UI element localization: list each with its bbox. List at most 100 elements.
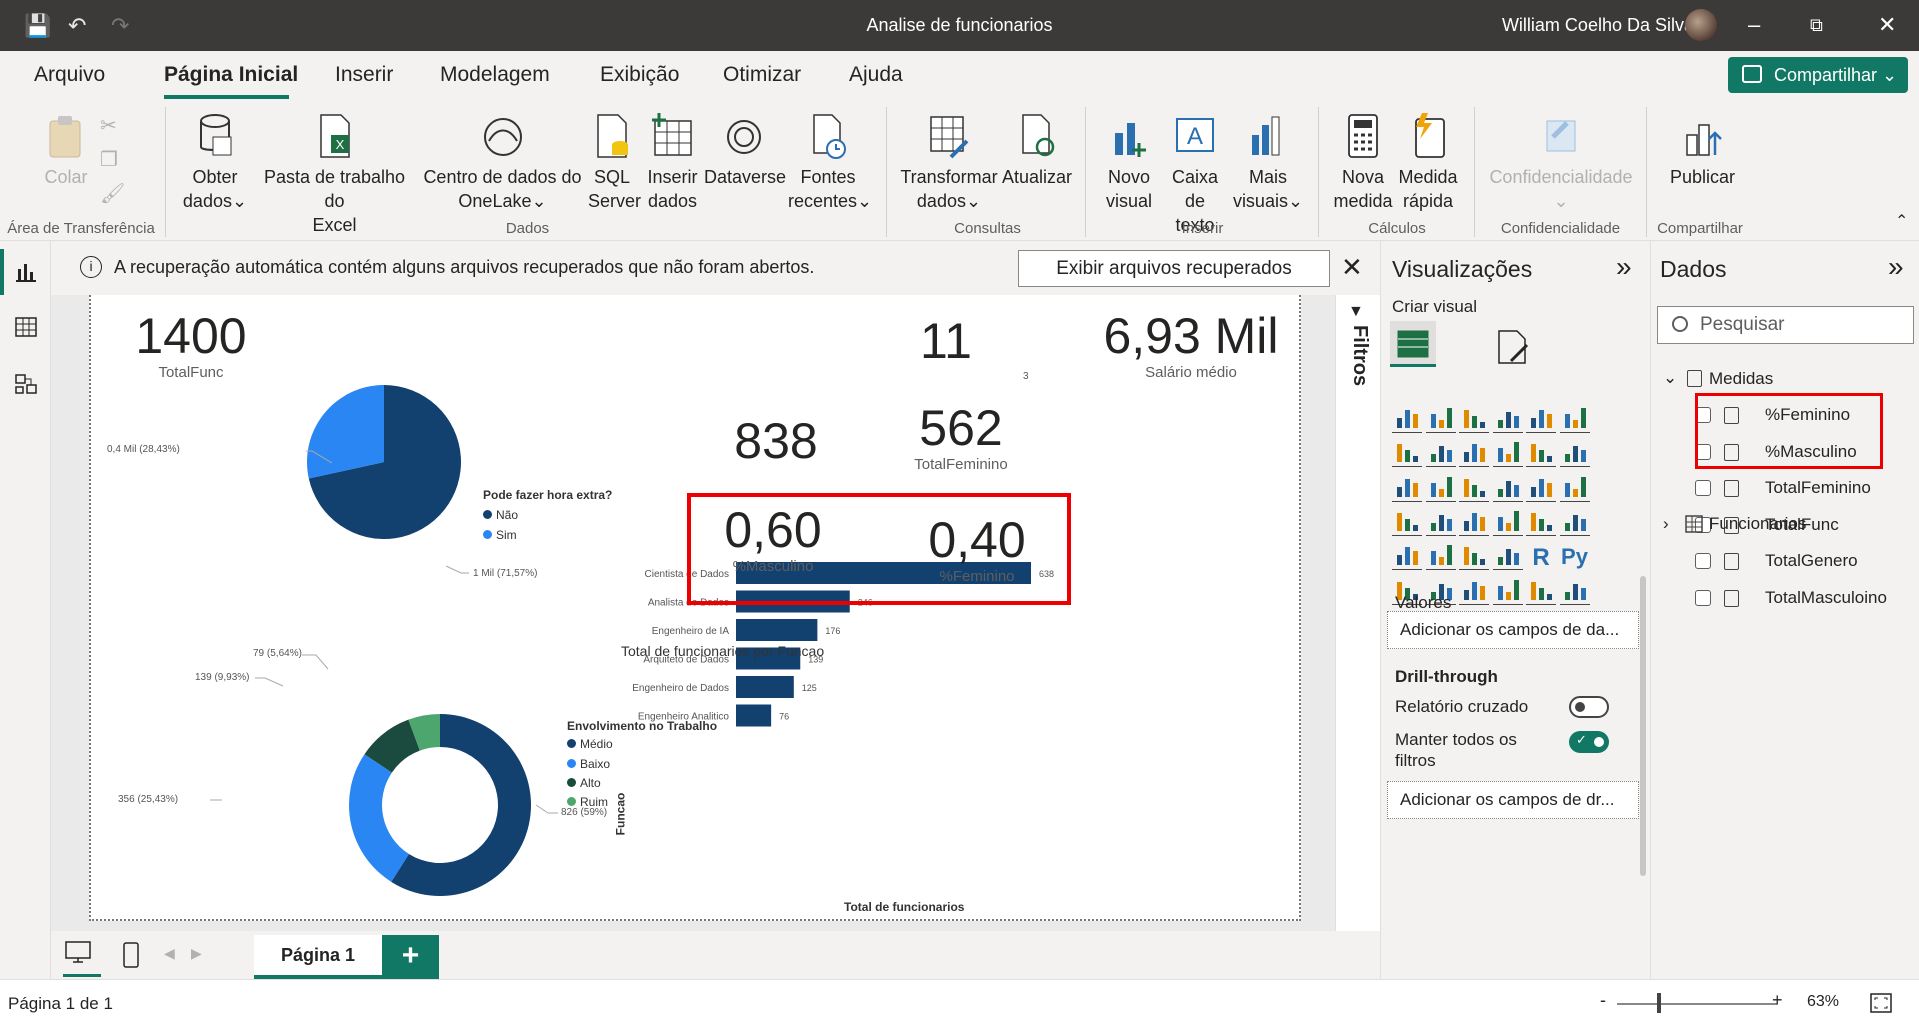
visual-type-icon[interactable] <box>1459 579 1489 605</box>
enter-data-button[interactable]: Inserir dados <box>645 111 700 213</box>
tab-arquivo[interactable]: Arquivo <box>34 63 105 87</box>
visual-type-icon[interactable] <box>1392 407 1422 433</box>
table-medidas[interactable]: Medidas <box>1709 369 1773 389</box>
field-checkbox[interactable] <box>1695 480 1711 496</box>
minimize-icon[interactable]: – <box>1748 12 1760 38</box>
chevron-right-icon[interactable]: › <box>1663 514 1669 534</box>
legend-item[interactable]: Baixo <box>567 757 610 771</box>
field-checkbox[interactable] <box>1695 553 1711 569</box>
recent-sources-button[interactable]: Fontes recentes⌄ <box>788 111 872 213</box>
fit-to-page-icon[interactable] <box>1869 992 1893 1014</box>
legend-item[interactable]: Alto <box>567 776 601 790</box>
kpi-11[interactable]: 11 <box>911 313 981 369</box>
visual-type-icon[interactable] <box>1559 407 1590 433</box>
quick-measure-button[interactable]: Medida rápida <box>1396 111 1460 213</box>
tab-inserir[interactable]: Inserir <box>335 63 393 87</box>
kpi-total-feminino[interactable]: 562 TotalFeminino <box>891 400 1031 473</box>
bar[interactable] <box>736 676 794 698</box>
visual-type-icon[interactable] <box>1459 407 1489 433</box>
report-view-icon[interactable] <box>14 261 38 283</box>
bar[interactable] <box>736 619 818 641</box>
zoom-out-icon[interactable]: - <box>1600 990 1606 1011</box>
legend-item[interactable]: Médio <box>567 737 613 751</box>
visual-type-icon[interactable] <box>1526 476 1556 502</box>
bar[interactable] <box>736 590 850 613</box>
zoom-slider[interactable] <box>1617 1003 1777 1005</box>
visual-type-icon[interactable] <box>1425 544 1456 571</box>
pie-slice[interactable] <box>349 754 409 882</box>
field-item[interactable]: TotalFeminino <box>1765 478 1871 498</box>
visual-type-icon[interactable] <box>1492 407 1523 433</box>
visual-type-icon[interactable] <box>1425 441 1456 468</box>
kpi-total-func[interactable]: 1400 TotalFunc <box>131 308 251 381</box>
transform-data-button[interactable]: Transformar dados⌄ <box>900 111 998 213</box>
engagement-donut-chart[interactable] <box>349 714 531 896</box>
close-icon[interactable]: ✕ <box>1878 12 1896 38</box>
tab-pagina-inicial[interactable]: Página Inicial <box>164 63 298 87</box>
legend-item[interactable]: Sim <box>483 528 517 542</box>
cross-report-toggle[interactable] <box>1569 696 1609 718</box>
visual-type-icon[interactable] <box>1459 441 1489 468</box>
kpi-pct-masculino[interactable]: 0,60 %Masculino <box>713 502 833 575</box>
chevron-down-icon[interactable]: ⌄ <box>1663 368 1677 388</box>
mobile-layout-icon[interactable] <box>121 941 141 969</box>
keep-filters-toggle[interactable]: ✓ <box>1569 731 1609 753</box>
zoom-in-icon[interactable]: + <box>1772 990 1783 1011</box>
onelake-button[interactable]: Centro de dados do OneLake⌄ <box>420 111 585 213</box>
avatar[interactable] <box>1685 9 1717 41</box>
zoom-slider-handle[interactable] <box>1657 993 1661 1013</box>
visual-type-icon[interactable] <box>1559 510 1590 536</box>
user-name[interactable]: William Coelho Da Silva <box>1502 15 1694 36</box>
next-page-icon[interactable]: ▶ <box>191 945 202 962</box>
build-visual-tab[interactable] <box>1390 321 1436 367</box>
format-visual-icon[interactable] <box>1493 327 1533 367</box>
tab-otimizar[interactable]: Otimizar <box>723 63 801 87</box>
visual-type-icon[interactable] <box>1526 441 1556 468</box>
visual-type-icon[interactable] <box>1392 510 1422 536</box>
new-measure-button[interactable]: Nova medida <box>1333 111 1393 213</box>
visual-type-icon[interactable] <box>1526 579 1556 605</box>
visual-type-icon[interactable] <box>1559 579 1590 605</box>
drill-through-field-well[interactable]: Adicionar os campos de dr... <box>1387 781 1639 819</box>
publish-button[interactable]: Publicar <box>1665 111 1740 189</box>
scrollbar[interactable] <box>1640 576 1646 876</box>
more-visuals-button[interactable]: Mais visuais⌄ <box>1232 111 1304 213</box>
desktop-layout-icon[interactable] <box>63 939 101 977</box>
tab-exibicao[interactable]: Exibição <box>600 63 679 87</box>
add-page-button[interactable]: + <box>382 935 439 979</box>
refresh-button[interactable]: Atualizar <box>1000 111 1074 189</box>
close-icon[interactable]: ✕ <box>1341 252 1363 283</box>
model-view-icon[interactable] <box>14 373 38 395</box>
collapse-pane-icon[interactable]: » <box>1888 251 1904 283</box>
search-input[interactable]: Pesquisar <box>1657 306 1914 344</box>
visual-type-icon[interactable] <box>1459 476 1489 502</box>
pie-slice[interactable] <box>307 385 384 479</box>
excel-workbook-button[interactable]: X Pasta de trabalho do Excel <box>252 111 417 237</box>
sql-server-button[interactable]: SQL Server <box>588 111 641 213</box>
field-checkbox[interactable] <box>1695 589 1711 606</box>
visual-type-icon[interactable] <box>1392 476 1422 502</box>
visual-type-icon[interactable] <box>1459 510 1489 536</box>
table-funcionarios[interactable]: Funcionarios <box>1709 514 1806 534</box>
python-visual-icon[interactable]: Py <box>1560 544 1590 574</box>
get-data-button[interactable]: Obter dados⌄ <box>180 111 250 213</box>
text-box-button[interactable]: A Caixa de texto <box>1160 111 1230 237</box>
legend-item[interactable]: Não <box>483 508 518 522</box>
field-item[interactable]: TotalGenero <box>1765 551 1858 571</box>
table-view-icon[interactable] <box>14 316 38 338</box>
kpi-pct-feminino[interactable]: 0,40 %Feminino <box>917 512 1037 585</box>
show-recovered-files-button[interactable]: Exibir arquivos recuperados <box>1018 250 1330 287</box>
visual-type-icon[interactable] <box>1492 544 1523 571</box>
visual-type-icon[interactable] <box>1392 544 1422 571</box>
visual-type-icon[interactable] <box>1425 510 1456 536</box>
field-item[interactable]: TotalMasculoino <box>1765 588 1887 608</box>
visual-type-icon[interactable] <box>1492 476 1523 502</box>
kpi-838[interactable]: 838 <box>721 413 831 469</box>
prev-page-icon[interactable]: ◀ <box>164 945 175 962</box>
share-button[interactable]: Compartilhar ⌄ <box>1728 57 1908 93</box>
r-visual-icon[interactable]: R <box>1526 544 1556 574</box>
tab-ajuda[interactable]: Ajuda <box>849 63 903 87</box>
visual-type-icon[interactable] <box>1492 441 1523 468</box>
restore-icon[interactable]: ⧉ <box>1810 15 1823 36</box>
values-field-well[interactable]: Adicionar os campos de da... <box>1387 611 1639 649</box>
